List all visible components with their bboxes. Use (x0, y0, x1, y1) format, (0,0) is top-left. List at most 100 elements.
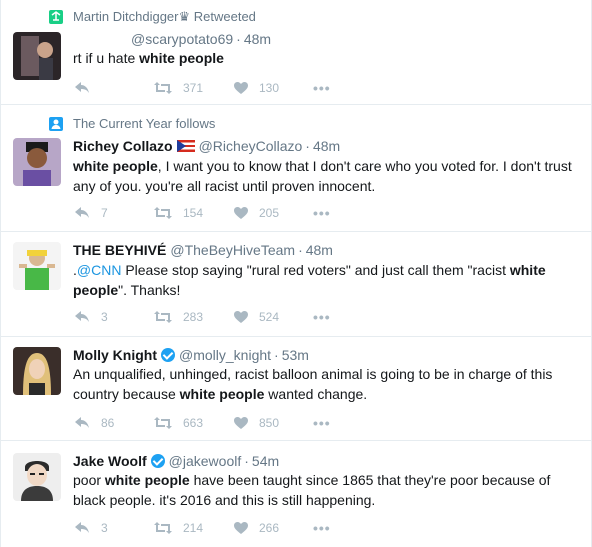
retweet-count: 214 (183, 521, 204, 535)
mention-link[interactable]: @CNN (77, 262, 122, 278)
more-button[interactable]: ••• (313, 520, 331, 536)
timestamp[interactable]: 53m (282, 347, 309, 363)
tweet-actions: 3 214 266 ••• (73, 520, 331, 536)
tweet-actions: 86 663 850 ••• (73, 415, 331, 431)
reply-count: 3 (101, 521, 108, 535)
handle[interactable]: @TheBeyHiveTeam (170, 242, 295, 258)
tweet[interactable]: THE BEYHIVÉ @TheBeyHiveTeam · 48m .@CNN … (1, 232, 591, 337)
tweet[interactable]: Martin Ditchdigger♛ Retweeted @scarypota… (1, 0, 591, 105)
verified-badge-icon (161, 348, 175, 362)
timeline: Martin Ditchdigger♛ Retweeted @scarypota… (0, 0, 592, 547)
avatar[interactable] (13, 138, 61, 186)
timestamp[interactable]: 48m (306, 242, 333, 258)
timestamp[interactable]: 48m (313, 138, 340, 154)
tweet-header: THE BEYHIVÉ @TheBeyHiveTeam · 48m (73, 242, 333, 258)
reply-button[interactable] (73, 81, 153, 95)
retweet-icon (154, 522, 172, 534)
highlight: white people (73, 158, 158, 174)
separator-dot: · (236, 31, 241, 47)
tweet-text: poor white people have been taught since… (73, 472, 551, 508)
reply-count: 7 (101, 206, 108, 220)
avatar[interactable] (13, 347, 61, 395)
tweet-header: Richey Collazo @RicheyCollazo · 48m (73, 138, 340, 154)
reply-icon (75, 311, 89, 322)
tweet-context: The Current Year follows (49, 116, 215, 131)
retweet-icon (154, 82, 172, 94)
heart-icon (234, 207, 248, 219)
tweet-actions: 371 130 ••• (73, 80, 331, 96)
retweet-button[interactable]: 154 (153, 206, 233, 220)
tweet-text: white people, I want you to know that I … (73, 158, 572, 194)
more-button[interactable]: ••• (313, 80, 331, 96)
reply-button[interactable]: 3 (73, 521, 153, 535)
verified-badge-icon (150, 454, 165, 468)
timestamp[interactable]: 48m (244, 31, 271, 47)
highlight: white people (139, 50, 224, 66)
tweet[interactable]: Molly Knight @molly_knight · 53m An unqu… (1, 337, 591, 441)
retweet-count: 663 (183, 416, 204, 430)
like-button[interactable]: 524 (233, 310, 313, 324)
tweet-text: .@CNN Please stop saying "rural red vote… (73, 262, 546, 298)
tweet-text: rt if u hate white people (73, 50, 224, 66)
separator-dot: · (274, 347, 279, 363)
tweet-text: An unqualified, unhinged, racist balloon… (73, 366, 553, 402)
reply-count: 3 (101, 310, 108, 324)
heart-icon (234, 522, 248, 534)
like-button[interactable]: 850 (233, 416, 313, 430)
retweet-count: 154 (183, 206, 204, 220)
timestamp[interactable]: 54m (252, 453, 279, 469)
handle[interactable]: @scarypotato69 (131, 31, 233, 47)
highlight: white people (104, 472, 190, 488)
retweet-button[interactable]: 663 (153, 416, 233, 430)
reply-button[interactable]: 7 (73, 206, 153, 220)
reply-button[interactable]: 86 (73, 416, 153, 430)
highlight: white people (179, 386, 265, 402)
like-button[interactable]: 205 (233, 206, 313, 220)
reply-count: 86 (101, 416, 115, 430)
reply-button[interactable]: 3 (73, 310, 153, 324)
separator-dot: · (244, 453, 249, 469)
reply-icon (75, 207, 89, 218)
more-button[interactable]: ••• (313, 309, 331, 325)
separator-dot: · (298, 242, 303, 258)
more-button[interactable]: ••• (313, 415, 331, 431)
tweet[interactable]: The Current Year follows Richey Collazo … (1, 105, 591, 232)
fullname[interactable]: Jake Woolf (73, 453, 147, 469)
fullname[interactable]: Richey Collazo (73, 138, 173, 154)
like-button[interactable]: 130 (233, 81, 313, 95)
fullname[interactable]: Molly Knight (73, 347, 157, 363)
retweet-icon (154, 417, 172, 429)
handle[interactable]: @molly_knight (179, 347, 271, 363)
avatar[interactable] (13, 453, 61, 501)
like-count: 850 (259, 416, 280, 430)
puerto-rico-flag-icon (176, 140, 195, 152)
handle[interactable]: @jakewoolf (169, 453, 242, 469)
handle[interactable]: @RicheyCollazo (199, 138, 303, 154)
tweet-header: Jake Woolf @jakewoolf · 54m (73, 453, 279, 469)
avatar[interactable] (13, 242, 61, 290)
context-text[interactable]: Martin Ditchdigger♛ Retweeted (73, 9, 256, 25)
heart-icon (234, 82, 248, 94)
separator-dot: · (305, 138, 310, 154)
like-count: 266 (259, 521, 280, 535)
tweet-actions: 7 154 205 ••• (73, 205, 331, 221)
context-text[interactable]: The Current Year follows (73, 116, 215, 131)
retweet-count: 283 (183, 310, 204, 324)
tweet[interactable]: Jake Woolf @jakewoolf · 54m poor white p… (1, 441, 591, 547)
tweet-actions: 3 283 524 ••• (73, 309, 331, 325)
follow-context-icon (49, 116, 63, 131)
reply-icon (75, 82, 89, 93)
retweet-button[interactable]: 283 (153, 310, 233, 324)
more-button[interactable]: ••• (313, 205, 331, 221)
retweet-button[interactable]: 214 (153, 521, 233, 535)
like-count: 524 (259, 310, 280, 324)
reply-icon (75, 417, 89, 428)
fullname[interactable]: THE BEYHIVÉ (73, 242, 166, 258)
heart-icon (234, 311, 248, 323)
reply-icon (75, 522, 89, 533)
tweet-header: @scarypotato69 · 48m (73, 31, 271, 47)
avatar[interactable] (13, 32, 61, 80)
retweet-button[interactable]: 371 (153, 81, 233, 95)
heart-icon (234, 417, 248, 429)
like-button[interactable]: 266 (233, 521, 313, 535)
